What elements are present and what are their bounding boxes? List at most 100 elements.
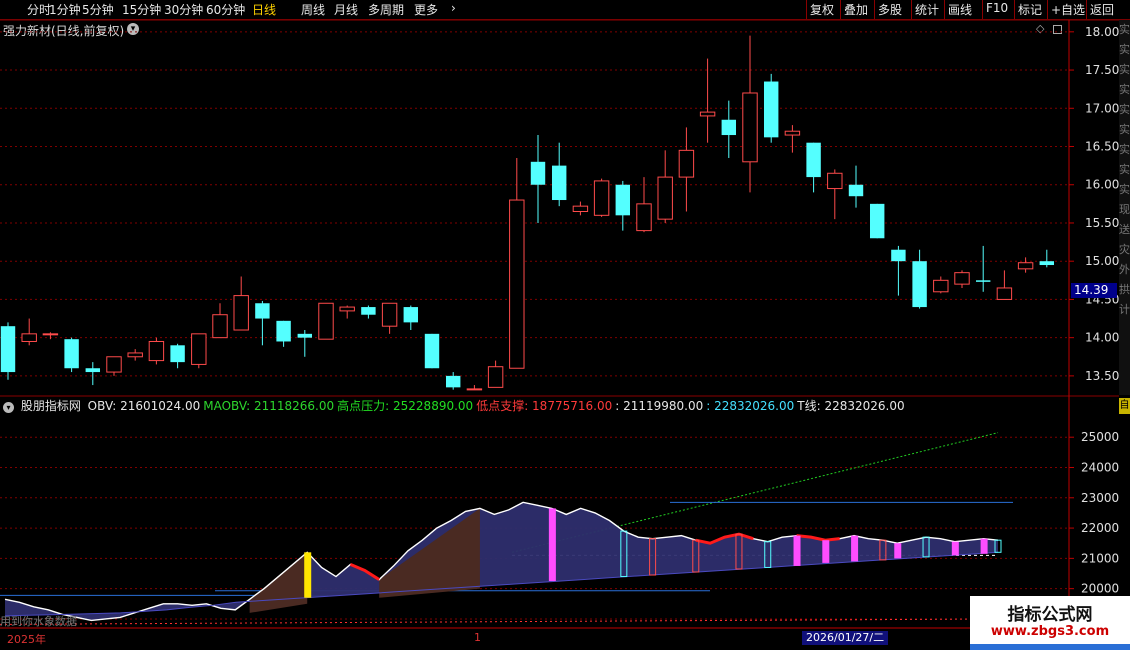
toolbar-separator <box>1047 0 1048 19</box>
candle-body-down <box>848 184 864 197</box>
toolbar-item-1[interactable]: 1分钟 <box>49 1 81 18</box>
toolbar-right-item-3[interactable]: 统计 <box>915 1 939 18</box>
obv-signal-bar-outline <box>879 539 887 561</box>
toolbar-item-8[interactable]: 月线 <box>334 1 358 18</box>
candle-body-up <box>593 180 610 216</box>
toolbar-item-10[interactable]: 更多 <box>414 1 438 18</box>
toolbar-right-item-2[interactable]: 多股 <box>878 1 902 18</box>
toolbar-item-2[interactable]: 5分钟 <box>82 1 114 18</box>
indicator-label-6: T线: 22832026.00 <box>797 399 905 413</box>
candle-body-down <box>763 81 779 138</box>
toolbar-item-0[interactable]: 分时 <box>27 1 51 18</box>
obv-signal-bar <box>548 508 556 582</box>
toolbar-right-item-6[interactable]: 标记 <box>1018 1 1042 18</box>
sidebar-glyph-10[interactable]: 送 <box>1119 220 1130 240</box>
toolbar-item-6[interactable]: 日线 <box>252 1 276 18</box>
toolbar-separator <box>911 0 912 19</box>
toolbar-right-item-5[interactable]: F10 <box>986 1 1008 15</box>
price-tick-label: 15.50 <box>1085 216 1119 230</box>
sidebar-glyph-3[interactable]: 实 <box>1119 80 1130 100</box>
indicator-label-0: OBV: 21601024.00 <box>87 399 201 413</box>
candle-body-down <box>445 375 461 388</box>
sidebar-glyph-1[interactable]: 实 <box>1119 40 1130 60</box>
candle-body-up <box>233 295 249 331</box>
price-tick-label: 18.00 <box>1085 25 1119 39</box>
toolbar-item-4[interactable]: 30分钟 <box>164 1 203 18</box>
candle-body-up <box>699 111 716 117</box>
watermark-bar <box>970 644 1130 650</box>
toolbar-separator <box>1014 0 1015 19</box>
candle-body-down <box>424 333 440 369</box>
toolbar-right-item-0[interactable]: 复权 <box>810 1 834 18</box>
candle-body-up <box>466 388 483 391</box>
candle-body-down <box>255 303 270 319</box>
toolbar-separator <box>944 0 945 19</box>
sidebar-glyph-9[interactable]: 现 <box>1119 200 1130 220</box>
sidebar-glyph-7[interactable]: 实 <box>1119 160 1130 180</box>
obv-tick-label: 21000 <box>1081 551 1119 565</box>
candle-body-down <box>85 368 101 373</box>
candle-body-up <box>318 302 334 340</box>
candle-body-up <box>127 352 143 358</box>
candle-body-down <box>361 307 376 315</box>
candle-body-down <box>721 119 737 136</box>
chart-canvas[interactable]: 18.0017.5017.0016.5016.0015.5015.0014.50… <box>0 0 1130 650</box>
obv-signal-bar <box>851 535 859 562</box>
sidebar-glyph-5[interactable]: 实 <box>1119 120 1130 140</box>
toolbar-separator <box>982 0 983 19</box>
faded-caption: 用到你水象数据 <box>0 615 77 628</box>
obv-signal-bar-outline <box>692 539 700 573</box>
obv-highlight-segment <box>695 532 754 545</box>
obv-tick-label: 24000 <box>1081 460 1119 474</box>
obv-signal-bar-outline <box>620 530 628 578</box>
indicator-label-5: : 22832026.00 <box>706 399 795 413</box>
price-tick-label: 17.50 <box>1085 63 1119 77</box>
candle-body-down <box>975 280 991 282</box>
obv-signal-bar-outline <box>922 536 930 558</box>
sidebar-glyph-13[interactable]: 拱 <box>1119 280 1130 300</box>
window-square-icon[interactable] <box>1053 25 1062 34</box>
toolbar-item-9[interactable]: 多周期 <box>368 1 404 18</box>
obv-fill-area <box>5 502 998 621</box>
candle-body-down <box>403 307 419 323</box>
toolbar-right-item-7[interactable]: +自选 <box>1051 1 1085 18</box>
indicator-chevron-icon[interactable]: ▾ <box>3 402 14 413</box>
candle-body-up <box>572 205 589 213</box>
sidebar-glyph-12[interactable]: 外 <box>1119 260 1130 280</box>
price-tick-label: 16.50 <box>1085 140 1119 154</box>
chevron-right-icon[interactable]: › <box>451 1 456 15</box>
toolbar-right-item-1[interactable]: 叠加 <box>844 1 868 18</box>
candle-body-down <box>297 333 313 338</box>
candle-body-up <box>827 172 843 190</box>
watermark-title: 指标公式网 <box>1007 605 1093 625</box>
obv-highlight-segment <box>796 534 840 542</box>
watermark-logo: 指标公式网 www.zbgs3.com <box>970 596 1130 650</box>
candle-body-up <box>339 306 355 312</box>
chevron-down-icon[interactable]: ▾ <box>127 23 139 35</box>
sidebar-glyph-14[interactable]: 计 <box>1119 300 1130 320</box>
sidebar-glyph-0[interactable]: 实 <box>1119 20 1130 40</box>
candle-body-down <box>170 345 185 363</box>
sidebar-glyph-8[interactable]: 实 <box>1119 180 1130 200</box>
candle-body-up <box>509 199 525 369</box>
sidebar-glyph-11[interactable]: 灾 <box>1119 240 1130 260</box>
obv-tick-label: 25000 <box>1081 430 1119 444</box>
toolbar-right-item-8[interactable]: 返回 <box>1090 1 1114 18</box>
sidebar-glyph-6[interactable]: 实 <box>1119 140 1130 160</box>
candle-body-up <box>657 176 673 220</box>
sidebar-glyph-2[interactable]: 实 <box>1119 60 1130 80</box>
indicator-side-tab[interactable]: 自 <box>1119 398 1130 414</box>
sidebar-glyph-4[interactable]: 实 <box>1119 100 1130 120</box>
toolbar-right-item-4[interactable]: 画线 <box>948 1 972 18</box>
obv-rise-zone-2 <box>379 508 480 598</box>
candle-body-down <box>276 320 291 342</box>
candle-body-down <box>891 249 906 262</box>
indicator-label-4: : 21119980.00 <box>615 399 704 413</box>
obv-signal-bar <box>304 552 312 598</box>
diamond-icon[interactable]: ◇ <box>1036 22 1044 35</box>
right-sidebar[interactable]: 实实实实实实实实实现送灾外拱计 <box>1119 20 1130 395</box>
indicator-label-3: 低点支撑: 18775716.00 <box>476 399 613 413</box>
toolbar-item-3[interactable]: 15分钟 <box>122 1 161 18</box>
toolbar-item-5[interactable]: 60分钟 <box>206 1 245 18</box>
toolbar-item-7[interactable]: 周线 <box>301 1 325 18</box>
